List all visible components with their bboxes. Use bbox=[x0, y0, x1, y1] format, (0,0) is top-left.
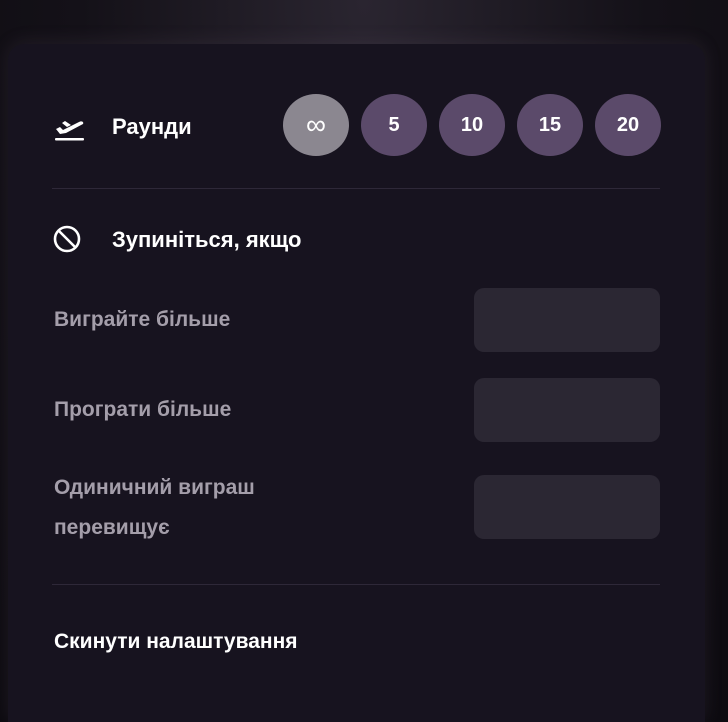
lose-more-label: Програти більше bbox=[54, 398, 232, 421]
divider-top bbox=[52, 188, 660, 189]
divider-bottom bbox=[52, 584, 660, 585]
rounds-option-5[interactable]: 5 bbox=[361, 94, 427, 156]
single-win-input[interactable] bbox=[474, 475, 660, 539]
rounds-option-10[interactable]: 10 bbox=[439, 94, 505, 156]
rounds-option-20[interactable]: 20 bbox=[595, 94, 661, 156]
rounds-option-15[interactable]: 15 bbox=[517, 94, 583, 156]
single-win-label-line2: перевищує bbox=[54, 516, 170, 539]
prohibit-icon bbox=[53, 225, 81, 253]
win-more-input[interactable] bbox=[474, 288, 660, 352]
stop-if-label: Зупиніться, якщо bbox=[112, 227, 302, 252]
rounds-label: Раунди bbox=[112, 114, 192, 139]
rounds-row: Раунди ∞ 5 10 15 20 bbox=[8, 94, 705, 158]
reset-settings-button[interactable]: Скинути налаштування bbox=[54, 630, 298, 654]
lose-more-input[interactable] bbox=[474, 378, 660, 442]
win-more-label: Виграйте більше bbox=[54, 308, 231, 331]
autoplay-settings-panel: Раунди ∞ 5 10 15 20 Зупиніться, якщо Виг… bbox=[8, 44, 705, 722]
single-win-label-line1: Одиничний виграш bbox=[54, 476, 255, 499]
rounds-option-infinite[interactable]: ∞ bbox=[283, 94, 349, 156]
plane-departure-icon bbox=[55, 121, 84, 141]
